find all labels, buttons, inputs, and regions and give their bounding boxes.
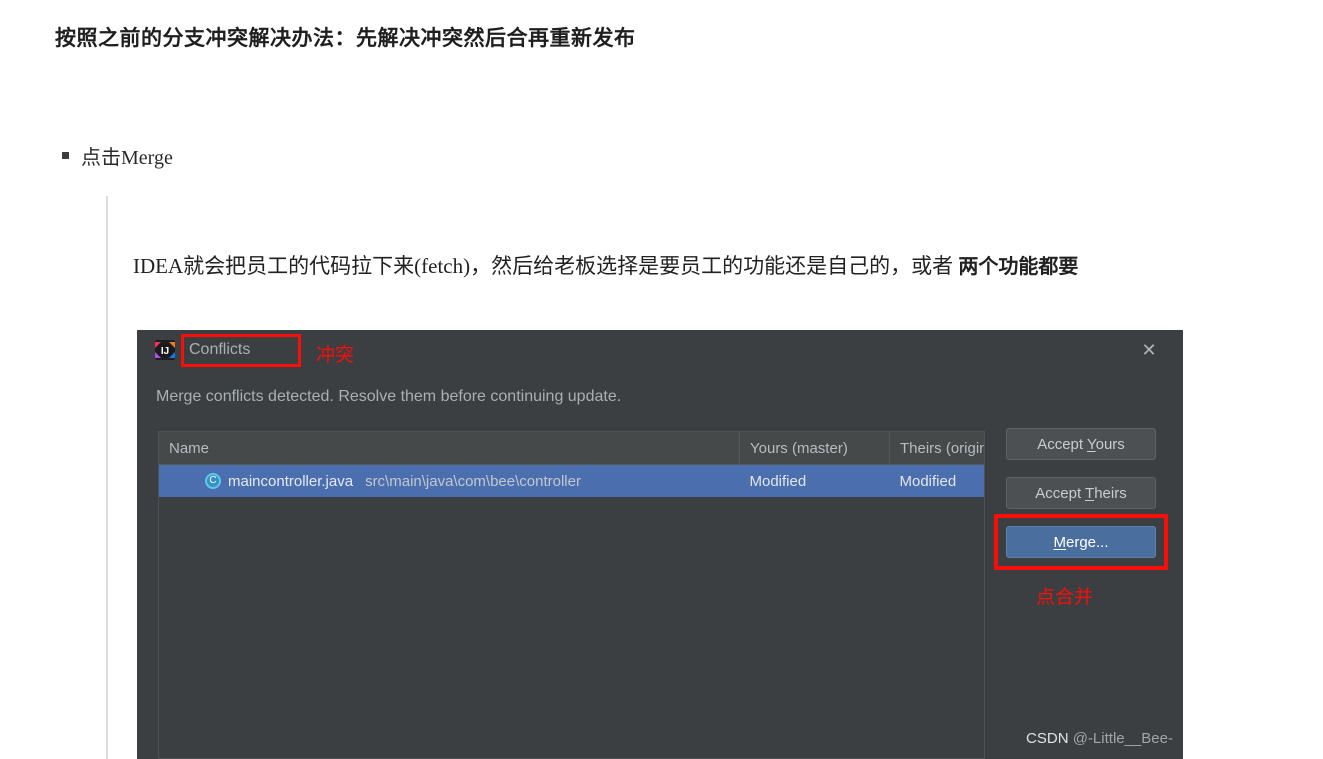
title-annotation-label: 冲突	[316, 345, 355, 366]
close-icon[interactable]: ✕	[1139, 340, 1159, 360]
cell-theirs-status: Modified	[889, 464, 984, 497]
merge-button-group: Merge... 点合并	[994, 514, 1168, 608]
blockquote-rule	[106, 196, 108, 759]
list-item-label: 点击Merge	[81, 147, 173, 169]
table-header-row: Name Yours (master) Theirs (origin/...	[159, 432, 984, 465]
java-class-icon: C	[205, 473, 221, 489]
accept-yours-button[interactable]: Accept Yours	[1006, 428, 1156, 460]
merge-annotation-label: 点合并	[1036, 587, 1094, 608]
accept-yours-post: ours	[1095, 435, 1125, 453]
column-header-yours[interactable]: Yours (master)	[739, 432, 890, 465]
accept-theirs-pre: Accept	[1035, 484, 1086, 502]
accept-theirs-button[interactable]: Accept Theirs	[1006, 477, 1156, 509]
conflicts-dialog: IJ Conflicts 冲突 ✕ Merge conflicts detect…	[137, 330, 1183, 759]
blockquote-text-lead: IDEA就会把员工的代码拉下来(fetch)，然后给老板选择是要员工的功能还是自…	[133, 254, 959, 278]
blockquote-text-emphasis: 两个功能都要	[958, 256, 1079, 278]
dialog-action-buttons: Accept Yours Accept Theirs Merge... 点合并	[994, 428, 1168, 608]
cell-file[interactable]: C maincontroller.java src\main\java\com\…	[159, 464, 740, 497]
watermark-handle: @-Little__Bee-	[1068, 730, 1173, 747]
cell-yours-status: Modified	[739, 464, 890, 497]
watermark-brand: CSDN	[1026, 730, 1069, 747]
column-header-theirs[interactable]: Theirs (origin/...	[889, 432, 984, 465]
merge-mnemonic: M	[1053, 533, 1066, 551]
accept-yours-pre: Accept	[1037, 435, 1087, 453]
blockquote-paragraph: IDEA就会把员工的代码拉下来(fetch)，然后给老板选择是要员工的功能还是自…	[133, 250, 1193, 284]
file-path: src\main\java\com\bee\controller	[365, 472, 581, 490]
merge-post: erge...	[1065, 533, 1109, 551]
conflicts-table[interactable]: Name Yours (master) Theirs (origin/... C…	[158, 431, 985, 759]
dialog-title: Conflicts	[189, 341, 251, 358]
square-bullet-icon	[62, 152, 69, 159]
watermark: CSDN @-Little__Bee-	[1026, 730, 1173, 747]
accept-theirs-mnemonic: T	[1085, 484, 1095, 502]
table-row[interactable]: C maincontroller.java src\main\java\com\…	[159, 464, 984, 497]
svg-text:IJ: IJ	[161, 346, 169, 357]
accept-theirs-post: heirs	[1094, 484, 1127, 502]
column-header-name[interactable]: Name	[159, 432, 740, 465]
dialog-message: Merge conflicts detected. Resolve them b…	[156, 388, 622, 405]
file-name: maincontroller.java	[228, 472, 354, 490]
page-title: 按照之前的分支冲突解决办法：先解决冲突然后合再重新发布	[55, 27, 636, 50]
intellij-idea-icon: IJ	[154, 339, 176, 361]
merge-button[interactable]: Merge...	[1006, 526, 1156, 558]
list-item: 点击Merge	[62, 141, 173, 170]
accept-yours-mnemonic: Y	[1086, 435, 1096, 453]
dialog-titlebar[interactable]: IJ Conflicts 冲突 ✕	[137, 330, 1183, 370]
